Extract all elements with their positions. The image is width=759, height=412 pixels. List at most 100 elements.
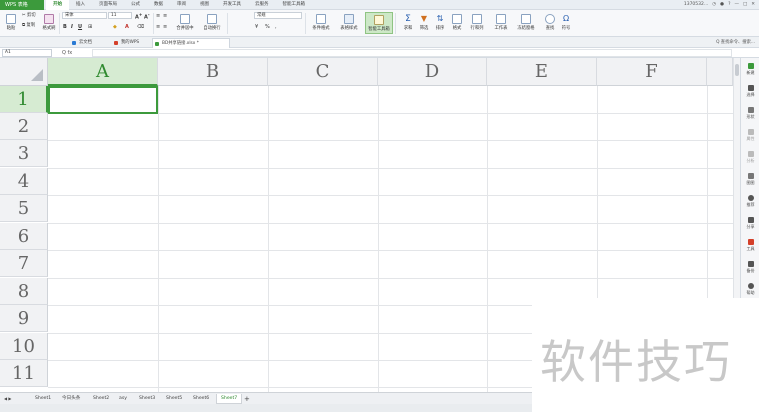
font-grow-icon[interactable]: A+ [135,12,142,21]
sheet-tab-sheet7[interactable]: Sheet7 [216,394,243,404]
active-cell-a1[interactable] [48,86,158,114]
side-backup-button[interactable]: 备份 [741,261,759,274]
font-name-select[interactable]: 宋体 [62,12,107,19]
tab-formula[interactable]: 公式 [124,0,147,10]
symbol-button[interactable]: Ω 符号 [555,12,577,31]
column-header-c[interactable]: C [268,58,378,86]
wrap-text-button[interactable]: 自动换行 [199,12,225,31]
sheet-tab-sheet3[interactable]: Sheet3 [139,394,155,404]
font-shrink-icon[interactable]: A- [144,12,150,21]
doc-tab-my-wps[interactable]: 我的WPS [112,38,144,48]
side-chart-button[interactable]: 图图 [741,173,759,186]
side-recommend-button[interactable]: 推荐 [741,195,759,208]
tab-cloud[interactable]: 云服务 [248,0,276,10]
column-header-b[interactable]: B [158,58,268,86]
conditional-format-button[interactable]: 条件格式 [308,12,334,31]
paste-button[interactable]: 粘贴 [0,12,22,31]
row-header-8[interactable]: 8 [0,278,48,305]
sheet-tab-toutiao[interactable]: 今日头条 [62,394,80,404]
side-new-button[interactable]: 新建 [741,63,759,76]
number-format-select[interactable]: 常规 [254,12,302,19]
tab-developer[interactable]: 开发工具 [216,0,248,10]
bold-icon[interactable]: B [63,24,67,30]
side-tools-button[interactable]: 工具 [741,239,759,252]
side-select-button[interactable]: 选择 [741,85,759,98]
align-center-icon[interactable]: ≡ [163,24,167,30]
formula-input[interactable] [92,49,732,57]
underline-icon[interactable]: U [78,24,82,30]
font-color-icon[interactable]: A [125,24,129,30]
row-header-11[interactable]: 11 [0,360,48,387]
column-header-e[interactable]: E [487,58,597,86]
row-header-1[interactable]: 1 [0,86,48,113]
sheet-nav-icon[interactable]: ◀ ▶ [4,394,11,404]
tab-home[interactable]: 开始 [46,0,69,10]
side-analysis-button[interactable]: 分析 [741,151,759,164]
column-header-a[interactable]: A [48,58,158,86]
table-style-button[interactable]: 表格样式 [336,12,362,31]
align-middle-icon[interactable]: ≡ [163,13,167,19]
tab-data[interactable]: 数据 [147,0,170,10]
row-header-7[interactable]: 7 [0,250,48,277]
column-header-g[interactable] [707,58,733,86]
row-header-6[interactable]: 6 [0,223,48,250]
row-header-9[interactable]: 9 [0,305,48,332]
italic-icon[interactable]: I [71,24,73,30]
column-header-d[interactable]: D [378,58,487,86]
scrollbar-thumb[interactable] [735,64,739,76]
merge-center-button[interactable]: 合并居中 [172,12,198,31]
row-header-10[interactable]: 10 [0,333,48,360]
tab-review[interactable]: 审阅 [170,0,193,10]
smart-toolbox-button[interactable]: 智能工具箱 [365,12,393,34]
side-share-button[interactable]: 分享 [741,217,759,230]
row-header-4[interactable]: 4 [0,168,48,195]
tab-page-layout[interactable]: 页面布局 [92,0,124,10]
maximize-icon[interactable]: □ [743,0,747,10]
sheet-tab-sheet2[interactable]: Sheet2 [93,394,109,404]
tab-view[interactable]: 视图 [193,0,216,10]
sheet-tab-sheet5[interactable]: Sheet5 [166,394,182,404]
command-search[interactable]: Q 查找命令、搜索... [716,38,755,47]
align-left-icon[interactable]: ≡ [156,24,160,30]
thousands-icon[interactable]: , [275,24,277,30]
sheet-tab-sheet1[interactable]: Sheet1 [35,394,51,404]
add-sheet-button[interactable]: + [244,394,250,404]
row-header-2[interactable]: 2 [0,113,48,140]
font-size-select[interactable]: 11 [108,12,132,19]
copy-button[interactable]: ⧉ 复制 [22,23,35,29]
cut-button[interactable]: ✂ 剪切 [22,13,36,19]
user-account[interactable]: 1370532... [684,0,708,10]
clock-icon[interactable]: ◷ [712,0,716,10]
rows-cols-button[interactable]: 行和列 [465,12,489,31]
percent-icon[interactable]: % [265,24,270,30]
help-icon[interactable]: ? [728,0,730,10]
skin-icon[interactable]: ● [720,0,724,10]
format-painter-button[interactable]: 格式刷 [38,12,60,31]
name-box[interactable]: A1 [2,49,52,57]
tab-smart-toolbox[interactable]: 智能工具箱 [276,0,313,10]
freeze-panes-button[interactable]: 冻结窗格 [513,12,539,31]
align-top-icon[interactable]: ≡ [156,13,160,19]
fill-color-icon[interactable]: ◆ [113,24,117,30]
minimize-icon[interactable]: — [734,0,739,10]
doc-tab-cloud[interactable]: 云文档 [70,38,97,48]
worksheet-button[interactable]: 工作表 [489,12,513,31]
side-shape-button[interactable]: 形状 [741,107,759,120]
select-all-corner[interactable] [0,58,48,86]
fx-icon[interactable]: Q fx [62,48,72,58]
row-header-5[interactable]: 5 [0,195,48,222]
row-header-3[interactable]: 3 [0,140,48,167]
column-header-f[interactable]: F [597,58,707,86]
side-help-button[interactable]: 帮助 [741,283,759,296]
side-label: 形状 [746,114,755,119]
app-menu-button[interactable]: WPS 表格 [0,0,44,10]
clear-format-icon[interactable]: ⌫ [137,24,144,30]
sheet-tab-asy[interactable]: asy [119,394,127,404]
side-property-button[interactable]: 属性 [741,129,759,142]
currency-icon[interactable]: ¥ [255,24,258,30]
doc-tab-workbook[interactable]: BD共享链接.xlsx * [152,38,230,48]
tab-insert[interactable]: 插入 [69,0,92,10]
sheet-tab-sheet6[interactable]: Sheet6 [193,394,209,404]
close-icon[interactable]: ✕ [751,0,755,10]
border-icon[interactable]: ⊞ [88,24,92,30]
